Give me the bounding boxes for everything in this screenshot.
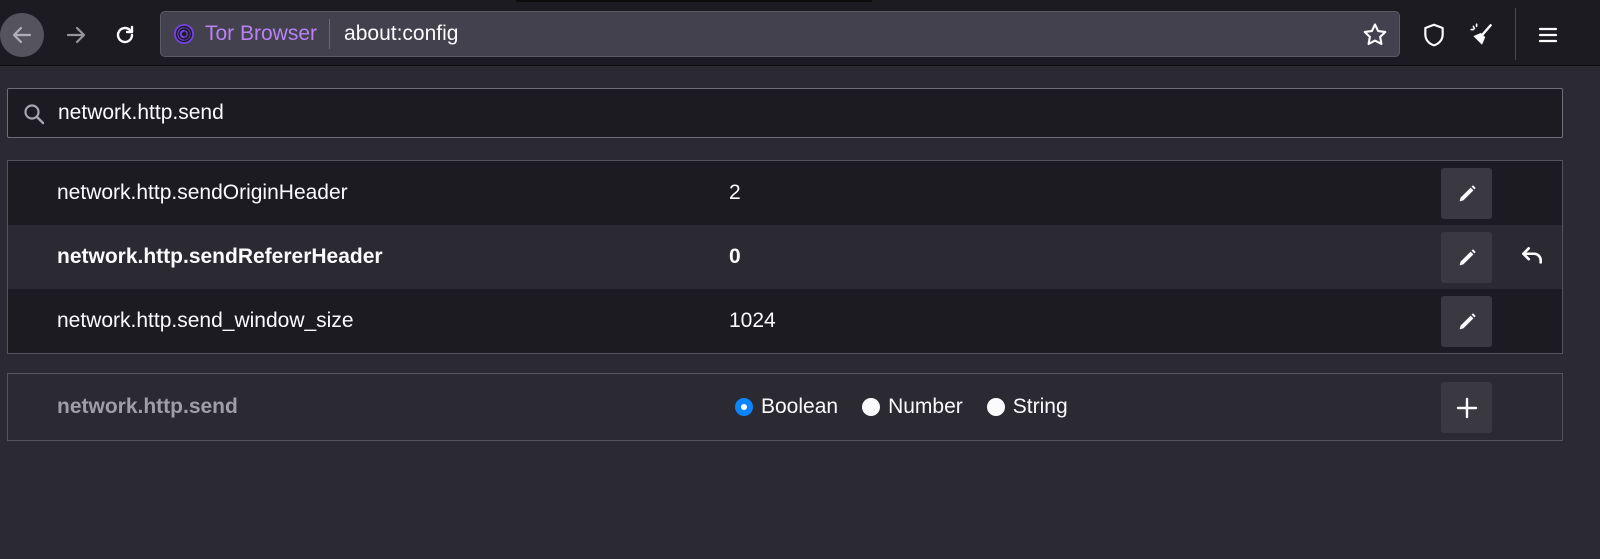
radio-label: Boolean: [761, 395, 839, 418]
edit-pref-button[interactable]: [1441, 168, 1492, 219]
new-identity-button[interactable]: [1462, 15, 1502, 55]
pref-name: network.http.sendRefererHeader: [57, 245, 383, 268]
pref-row[interactable]: network.http.send_window_size 1024: [8, 289, 1562, 353]
type-radio-string[interactable]: String: [986, 395, 1068, 419]
pencil-icon: [1459, 248, 1476, 265]
forward-button[interactable]: [56, 15, 96, 55]
url-text[interactable]: about:config: [344, 22, 458, 46]
reload-icon: [116, 25, 134, 44]
plus-icon: [1456, 397, 1477, 418]
pref-name: network.http.send_window_size: [57, 309, 354, 332]
type-radio-boolean[interactable]: Boolean: [735, 395, 838, 419]
identity-label: Tor Browser: [205, 22, 318, 45]
radio-button[interactable]: [862, 398, 881, 416]
config-search-input[interactable]: [58, 89, 1548, 137]
add-pref-button[interactable]: [1441, 382, 1492, 433]
edit-pref-button[interactable]: [1441, 232, 1492, 283]
radio-label: Number: [888, 395, 963, 418]
pencil-icon: [1459, 312, 1476, 329]
bookmark-star-button[interactable]: [1361, 21, 1389, 49]
toolbar-separator: [1515, 8, 1516, 60]
security-level-button[interactable]: [1414, 15, 1454, 55]
radio-button[interactable]: [735, 398, 753, 416]
app-menu-button[interactable]: [1528, 15, 1568, 55]
url-bar[interactable]: Tor Browser about:config: [160, 11, 1400, 57]
pref-value: 0: [729, 245, 741, 268]
pref-type-radio-group: Boolean Number String: [735, 374, 1092, 440]
tor-onion-icon: [174, 24, 194, 44]
tab-strip-edge: [516, 0, 872, 2]
back-arrow-icon: [12, 26, 32, 44]
radio-button[interactable]: [986, 398, 1005, 416]
pencil-icon: [1459, 184, 1476, 201]
edit-pref-button[interactable]: [1441, 296, 1492, 347]
pref-value: 1024: [729, 309, 776, 332]
radio-label: String: [1012, 395, 1068, 418]
new-pref-name: network.http.send: [57, 395, 238, 418]
reset-pref-button[interactable]: [1510, 235, 1554, 279]
forward-arrow-icon: [66, 26, 86, 44]
back-button[interactable]: [0, 13, 44, 57]
search-icon: [24, 104, 45, 125]
pref-row[interactable]: network.http.sendRefererHeader 0: [8, 225, 1562, 289]
pref-name: network.http.sendOriginHeader: [57, 181, 348, 204]
hamburger-menu-icon: [1538, 27, 1558, 43]
star-icon: [1363, 23, 1387, 46]
type-radio-number[interactable]: Number: [862, 395, 963, 419]
identity-box[interactable]: Tor Browser: [161, 19, 331, 49]
undo-icon: [1522, 247, 1542, 264]
config-search-box[interactable]: [7, 88, 1563, 138]
new-identity-broom-icon: [1470, 23, 1492, 45]
pref-value: 2: [729, 181, 741, 204]
pref-row[interactable]: network.http.sendOriginHeader 2: [8, 161, 1562, 225]
shield-icon: [1424, 23, 1444, 47]
reload-button[interactable]: [104, 14, 146, 56]
preferences-table: network.http.sendOriginHeader 2 network.ht…: [7, 160, 1563, 354]
add-preference-row: network.http.send Boolean Number String: [7, 373, 1563, 441]
browser-toolbar: Tor Browser about:config: [0, 0, 1600, 66]
